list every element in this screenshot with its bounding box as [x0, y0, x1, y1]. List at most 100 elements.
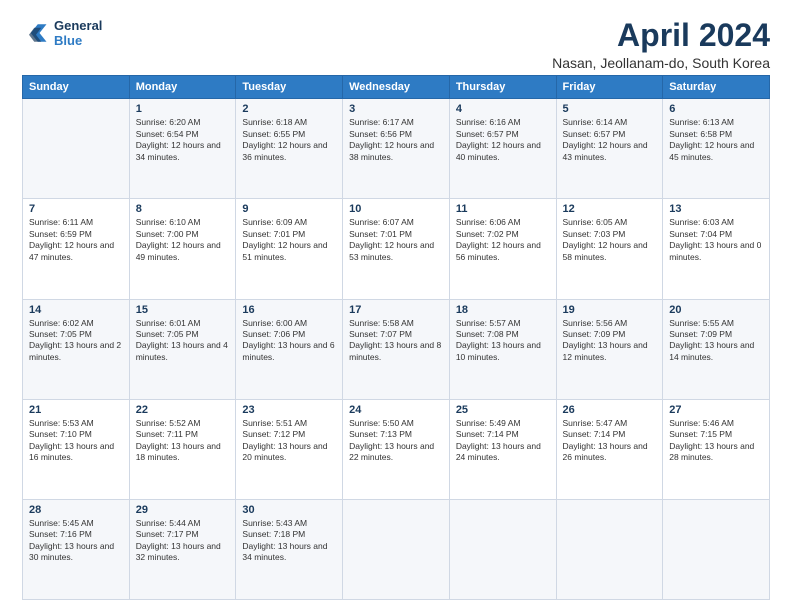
col-tuesday: Tuesday	[236, 76, 343, 99]
cell-info: Sunrise: 5:45 AMSunset: 7:16 PMDaylight:…	[29, 518, 114, 562]
subtitle: Nasan, Jeollanam-do, South Korea	[552, 55, 770, 71]
day-number: 13	[669, 203, 763, 215]
cell-w3-d2: 23Sunrise: 5:51 AMSunset: 7:12 PMDayligh…	[236, 399, 343, 499]
day-number: 29	[136, 504, 230, 516]
cell-w1-d6: 13 Sunrise: 6:03 AMSunset: 7:04 PMDayligh…	[663, 199, 770, 299]
main-title: April 2024	[552, 18, 770, 53]
day-number: 6	[669, 103, 763, 115]
logo: General Blue	[22, 18, 102, 48]
cell-info: Sunrise: 6:09 AMSunset: 7:01 PMDaylight:…	[242, 217, 327, 261]
cell-info: Sunrise: 6:06 AMSunset: 7:02 PMDaylight:…	[456, 217, 541, 261]
logo-text: General Blue	[54, 18, 102, 48]
cell-info: Sunrise: 5:46 AMSunset: 7:15 PMDaylight:…	[669, 418, 754, 462]
cell-w0-d3: 3 Sunrise: 6:17 AMSunset: 6:56 PMDaylight…	[343, 99, 450, 199]
cell-w3-d0: 21Sunrise: 5:53 AMSunset: 7:10 PMDayligh…	[23, 399, 130, 499]
cell-w4-d6	[663, 499, 770, 599]
cell-w2-d0: 14 Sunrise: 6:02 AMSunset: 7:05 PMDayligh…	[23, 299, 130, 399]
day-number: 19	[563, 304, 657, 316]
day-number: 10	[349, 203, 443, 215]
day-number: 5	[563, 103, 657, 115]
cell-info: Sunrise: 6:14 AMSunset: 6:57 PMDaylight:…	[563, 117, 648, 161]
cell-info: Sunrise: 5:56 AMSunset: 7:09 PMDaylight:…	[563, 318, 648, 362]
cell-info: Sunrise: 5:58 AMSunset: 7:07 PMDaylight:…	[349, 318, 441, 362]
cell-w3-d5: 26Sunrise: 5:47 AMSunset: 7:14 PMDayligh…	[556, 399, 663, 499]
calendar-table: Sunday Monday Tuesday Wednesday Thursday…	[22, 75, 770, 600]
cell-w0-d0	[23, 99, 130, 199]
cell-info: Sunrise: 5:50 AMSunset: 7:13 PMDaylight:…	[349, 418, 434, 462]
day-number: 30	[242, 504, 336, 516]
week-row-0: 1Sunrise: 6:20 AMSunset: 6:54 PMDaylight…	[23, 99, 770, 199]
day-number: 14	[29, 304, 123, 316]
cell-w4-d5	[556, 499, 663, 599]
cell-info: Sunrise: 5:49 AMSunset: 7:14 PMDaylight:…	[456, 418, 541, 462]
cell-w3-d1: 22 Sunrise: 5:52 AMSunset: 7:11 PMDayligh…	[129, 399, 236, 499]
cell-info: Sunrise: 6:13 AMSunset: 6:58 PMDaylight:…	[669, 117, 754, 161]
cell-info: Sunrise: 6:18 AMSunset: 6:55 PMDaylight:…	[242, 117, 327, 161]
week-row-3: 21Sunrise: 5:53 AMSunset: 7:10 PMDayligh…	[23, 399, 770, 499]
cell-w1-d1: 8 Sunrise: 6:10 AMSunset: 7:00 PMDaylight…	[129, 199, 236, 299]
cell-w3-d4: 25 Sunrise: 5:49 AMSunset: 7:14 PMDayligh…	[449, 399, 556, 499]
cell-info: Sunrise: 5:43 AMSunset: 7:18 PMDaylight:…	[242, 518, 327, 562]
cell-w1-d3: 10 Sunrise: 6:07 AMSunset: 7:01 PMDayligh…	[343, 199, 450, 299]
day-number: 3	[349, 103, 443, 115]
day-number: 22	[136, 404, 230, 416]
col-friday: Friday	[556, 76, 663, 99]
col-saturday: Saturday	[663, 76, 770, 99]
cell-info: Sunrise: 6:10 AMSunset: 7:00 PMDaylight:…	[136, 217, 221, 261]
day-number: 28	[29, 504, 123, 516]
day-number: 17	[349, 304, 443, 316]
cell-info: Sunrise: 6:17 AMSunset: 6:56 PMDaylight:…	[349, 117, 434, 161]
week-row-1: 7 Sunrise: 6:11 AMSunset: 6:59 PMDaylight…	[23, 199, 770, 299]
cell-w2-d4: 18Sunrise: 5:57 AMSunset: 7:08 PMDayligh…	[449, 299, 556, 399]
cell-w0-d6: 6 Sunrise: 6:13 AMSunset: 6:58 PMDaylight…	[663, 99, 770, 199]
page: General Blue April 2024 Nasan, Jeollanam…	[0, 0, 792, 612]
cell-w0-d4: 4Sunrise: 6:16 AMSunset: 6:57 PMDaylight…	[449, 99, 556, 199]
day-number: 11	[456, 203, 550, 215]
day-number: 21	[29, 404, 123, 416]
cell-w3-d6: 27 Sunrise: 5:46 AMSunset: 7:15 PMDayligh…	[663, 399, 770, 499]
cell-info: Sunrise: 5:52 AMSunset: 7:11 PMDaylight:…	[136, 418, 221, 462]
cell-info: Sunrise: 5:55 AMSunset: 7:09 PMDaylight:…	[669, 318, 754, 362]
cell-w2-d6: 20 Sunrise: 5:55 AMSunset: 7:09 PMDayligh…	[663, 299, 770, 399]
day-number: 27	[669, 404, 763, 416]
cell-info: Sunrise: 6:01 AMSunset: 7:05 PMDaylight:…	[136, 318, 228, 362]
col-thursday: Thursday	[449, 76, 556, 99]
cell-w2-d3: 17 Sunrise: 5:58 AMSunset: 7:07 PMDayligh…	[343, 299, 450, 399]
cell-w4-d2: 30 Sunrise: 5:43 AMSunset: 7:18 PMDayligh…	[236, 499, 343, 599]
cell-info: Sunrise: 6:07 AMSunset: 7:01 PMDaylight:…	[349, 217, 434, 261]
day-number: 8	[136, 203, 230, 215]
day-number: 7	[29, 203, 123, 215]
week-row-4: 28 Sunrise: 5:45 AMSunset: 7:16 PMDayligh…	[23, 499, 770, 599]
cell-w2-d2: 16 Sunrise: 6:00 AMSunset: 7:06 PMDayligh…	[236, 299, 343, 399]
cell-info: Sunrise: 5:44 AMSunset: 7:17 PMDaylight:…	[136, 518, 221, 562]
cell-w2-d5: 19 Sunrise: 5:56 AMSunset: 7:09 PMDayligh…	[556, 299, 663, 399]
cell-info: Sunrise: 6:03 AMSunset: 7:04 PMDaylight:…	[669, 217, 761, 261]
cell-info: Sunrise: 6:02 AMSunset: 7:05 PMDaylight:…	[29, 318, 121, 362]
header: General Blue April 2024 Nasan, Jeollanam…	[22, 18, 770, 71]
col-monday: Monday	[129, 76, 236, 99]
day-number: 1	[136, 103, 230, 115]
title-block: April 2024 Nasan, Jeollanam-do, South Ko…	[552, 18, 770, 71]
cell-info: Sunrise: 6:05 AMSunset: 7:03 PMDaylight:…	[563, 217, 648, 261]
day-number: 20	[669, 304, 763, 316]
cell-w4-d1: 29 Sunrise: 5:44 AMSunset: 7:17 PMDayligh…	[129, 499, 236, 599]
day-number: 16	[242, 304, 336, 316]
day-number: 4	[456, 103, 550, 115]
calendar-body: 1Sunrise: 6:20 AMSunset: 6:54 PMDaylight…	[23, 99, 770, 600]
col-sunday: Sunday	[23, 76, 130, 99]
day-number: 26	[563, 404, 657, 416]
cell-w0-d5: 5 Sunrise: 6:14 AMSunset: 6:57 PMDaylight…	[556, 99, 663, 199]
day-number: 2	[242, 103, 336, 115]
cell-info: Sunrise: 5:51 AMSunset: 7:12 PMDaylight:…	[242, 418, 327, 462]
cell-info: Sunrise: 6:00 AMSunset: 7:06 PMDaylight:…	[242, 318, 334, 362]
day-number: 9	[242, 203, 336, 215]
day-number: 15	[136, 304, 230, 316]
cell-w4-d0: 28 Sunrise: 5:45 AMSunset: 7:16 PMDayligh…	[23, 499, 130, 599]
day-number: 25	[456, 404, 550, 416]
cell-w1-d5: 12Sunrise: 6:05 AMSunset: 7:03 PMDayligh…	[556, 199, 663, 299]
cell-w1-d0: 7 Sunrise: 6:11 AMSunset: 6:59 PMDaylight…	[23, 199, 130, 299]
col-wednesday: Wednesday	[343, 76, 450, 99]
cell-w1-d4: 11 Sunrise: 6:06 AMSunset: 7:02 PMDayligh…	[449, 199, 556, 299]
cell-info: Sunrise: 6:11 AMSunset: 6:59 PMDaylight:…	[29, 217, 114, 261]
day-number: 24	[349, 404, 443, 416]
